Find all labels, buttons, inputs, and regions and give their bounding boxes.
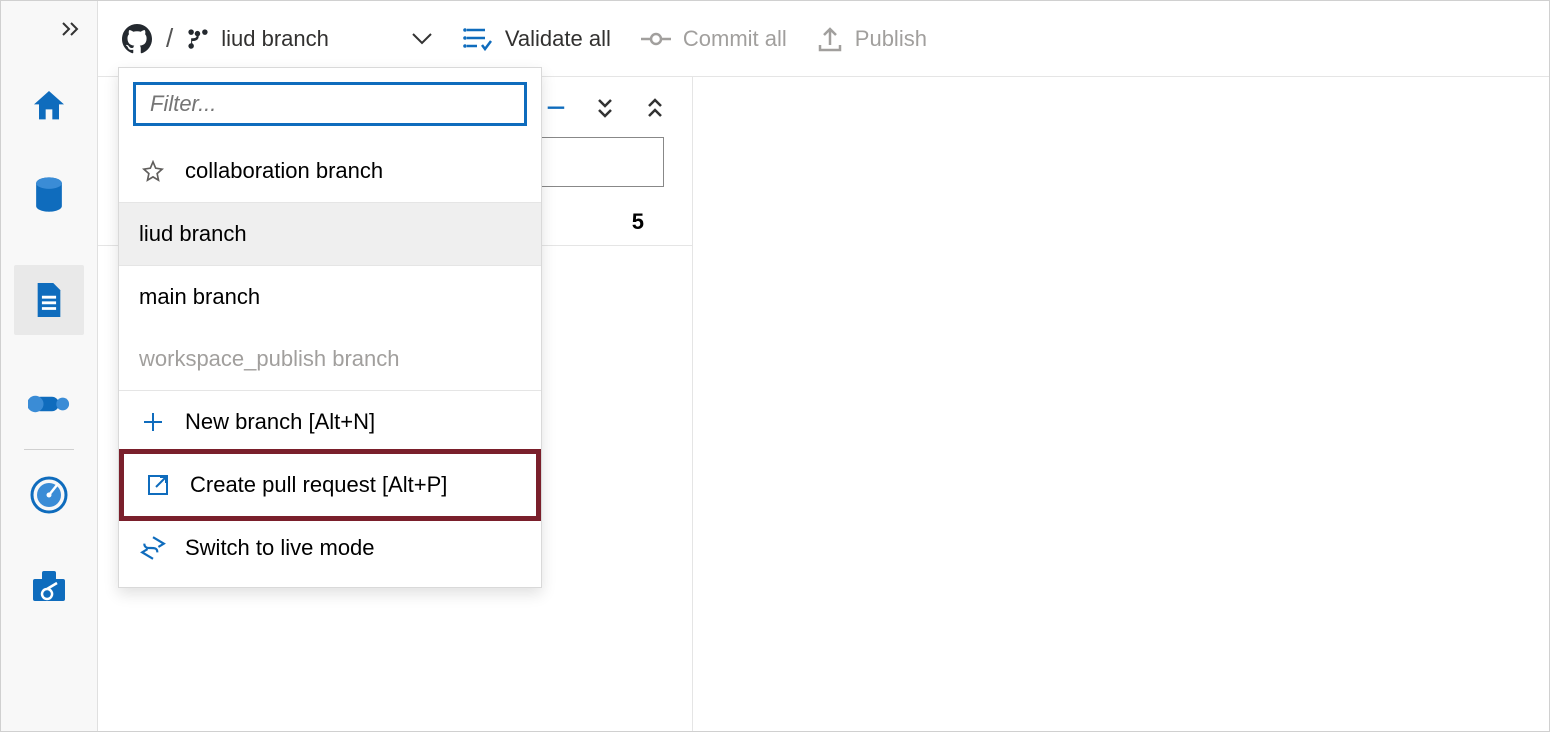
commit-all-label: Commit all — [683, 26, 787, 52]
plus-icon — [139, 410, 167, 434]
publish-icon — [817, 25, 843, 53]
breadcrumb: / liud branch — [122, 23, 433, 54]
branch-icon — [187, 27, 209, 51]
create-pr-action[interactable]: Create pull request [Alt+P] — [119, 449, 541, 521]
new-branch-action[interactable]: New branch [Alt+N] — [119, 390, 541, 453]
branch-filter-input[interactable] — [133, 82, 527, 126]
minus-icon[interactable]: − — [546, 103, 566, 113]
collapse-rail-icon[interactable] — [61, 21, 81, 37]
nav-integrate-icon[interactable] — [28, 383, 70, 425]
content-area: − 5 collaboration branch — [98, 77, 1549, 731]
publish-button[interactable]: Publish — [817, 25, 927, 53]
branch-dropdown: collaboration branch liud branch main br… — [118, 67, 542, 588]
nav-home-icon[interactable] — [28, 85, 70, 127]
validate-all-label: Validate all — [505, 26, 611, 52]
nav-monitor-icon[interactable] — [28, 474, 70, 516]
nav-data-icon[interactable] — [28, 175, 70, 217]
switch-live-label: Switch to live mode — [185, 535, 375, 561]
collapse-all-icon[interactable] — [646, 97, 666, 119]
top-toolbar: / liud branch Validate all Commit all Pu… — [98, 1, 1549, 77]
commit-all-button[interactable]: Commit all — [641, 26, 787, 52]
chevron-down-icon — [411, 32, 433, 46]
breadcrumb-separator: / — [166, 23, 173, 54]
branch-item-label: liud branch — [139, 221, 247, 247]
main-area: / liud branch Validate all Commit all Pu… — [98, 1, 1549, 731]
branch-item-label: workspace_publish branch — [139, 346, 400, 372]
branch-item-collaboration[interactable]: collaboration branch — [119, 140, 541, 202]
branch-selector[interactable]: liud branch — [187, 26, 433, 52]
new-branch-label: New branch [Alt+N] — [185, 409, 375, 435]
switch-live-action[interactable]: Switch to live mode — [119, 517, 541, 579]
nav-develop-icon[interactable] — [14, 265, 84, 335]
branch-item-main[interactable]: main branch — [119, 265, 541, 328]
swap-icon — [139, 535, 167, 561]
create-pr-label: Create pull request [Alt+P] — [190, 472, 447, 498]
branch-item-workspace-publish[interactable]: workspace_publish branch — [119, 328, 541, 390]
validate-all-button[interactable]: Validate all — [463, 26, 611, 52]
nav-divider — [24, 449, 74, 450]
expand-all-icon[interactable] — [596, 97, 616, 119]
github-icon[interactable] — [122, 24, 152, 54]
branch-item-label: main branch — [139, 284, 260, 310]
publish-label: Publish — [855, 26, 927, 52]
commit-icon — [641, 29, 671, 49]
validate-icon — [463, 26, 493, 52]
branch-item-liud[interactable]: liud branch — [119, 202, 541, 265]
star-icon — [139, 160, 167, 182]
branch-selector-label: liud branch — [221, 26, 329, 52]
external-icon — [144, 473, 172, 497]
branch-item-label: collaboration branch — [185, 158, 383, 184]
nav-manage-icon[interactable] — [28, 564, 70, 606]
left-nav-rail — [1, 1, 98, 731]
